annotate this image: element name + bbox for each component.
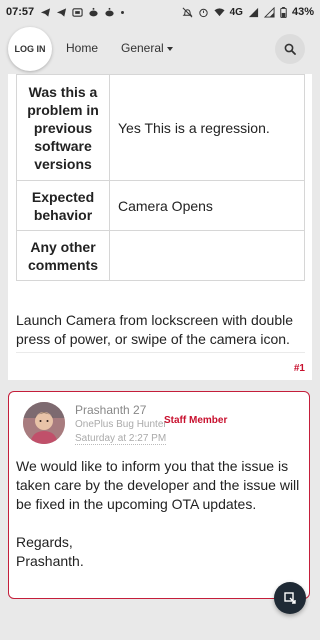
table-cell-key: Was this a problem in previous software … (16, 74, 110, 181)
battery-percent: 43% (291, 6, 314, 18)
table-row: Any other comments (16, 230, 305, 281)
search-icon (284, 43, 296, 55)
bug-report-table: Was this a problem in previous software … (16, 74, 305, 281)
top-navigation: LOG IN Home General (0, 24, 320, 74)
avatar[interactable] (23, 402, 65, 444)
nav-home-link[interactable]: Home (66, 41, 98, 55)
nav-general-menu[interactable]: General (121, 41, 173, 55)
post-number-link[interactable]: #1 (294, 363, 305, 374)
telegram-icon (57, 7, 67, 17)
table-row: Expected behavior Camera Opens (16, 180, 305, 231)
post-text: Launch Camera from lockscreen with doubl… (16, 312, 294, 347)
staff-member-badge: Staff Member (164, 415, 228, 426)
alarm-icon (198, 8, 208, 17)
table-row: Was this a problem in previous software … (16, 74, 305, 181)
system-icons: 4G 43% (182, 6, 314, 18)
dot-icon (121, 10, 125, 14)
battery-icon (280, 6, 287, 18)
login-button[interactable]: LOG IN (8, 27, 52, 71)
avatar-image (23, 402, 65, 444)
chevron-down-icon (166, 46, 173, 51)
table-cell-key: Any other comments (16, 230, 110, 281)
signal-icon (248, 7, 259, 17)
wifi-icon (214, 7, 225, 16)
notification-icons (40, 7, 125, 18)
reddit-icon (105, 7, 114, 16)
reply-icon (284, 592, 296, 604)
post-body: We would like to inform you that the iss… (16, 457, 304, 590)
post-2-staff-reply: Prashanth 27 OnePlus Bug Hunter Saturday… (8, 391, 310, 602)
status-bar: 07:57 4G 43% (0, 0, 320, 24)
network-type: 4G (229, 6, 243, 18)
author-name[interactable]: Prashanth 27 (75, 403, 146, 417)
author-role: OnePlus Bug Hunter (75, 419, 167, 430)
table-cell-value: Yes This is a regression. (109, 74, 305, 181)
telegram-icon (41, 7, 51, 17)
reddit-icon (89, 7, 98, 16)
mute-icon (182, 7, 193, 17)
post-paragraph: Regards, Prashanth. (16, 534, 84, 569)
status-time: 07:57 (6, 6, 35, 18)
table-cell-value: Camera Opens (109, 180, 305, 231)
post-timestamp[interactable]: Saturday at 2:27 PM (75, 433, 167, 445)
divider (16, 352, 305, 353)
table-cell-key: Expected behavior (16, 180, 110, 231)
post-1: Was this a problem in previous software … (8, 74, 312, 380)
table-cell-value (109, 230, 305, 281)
search-button[interactable] (275, 34, 305, 64)
signal-icon (263, 6, 275, 18)
nav-general-label: General (121, 41, 164, 55)
media-icon (72, 7, 83, 17)
post-paragraph: We would like to inform you that the iss… (16, 458, 300, 512)
scroll-to-end-button[interactable] (274, 582, 306, 614)
